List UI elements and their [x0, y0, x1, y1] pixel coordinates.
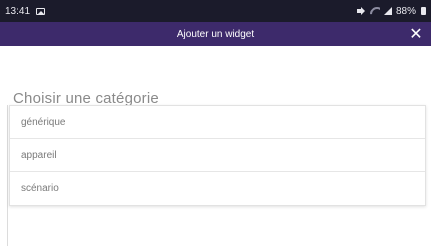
category-list: générique appareil scénario: [9, 105, 426, 206]
left-divider: [7, 105, 8, 246]
mute-icon: [356, 7, 366, 15]
close-icon: ✕: [409, 26, 423, 43]
category-item-appareil[interactable]: appareil: [10, 139, 425, 172]
app-bar: Ajouter un widget ✕: [0, 22, 431, 46]
wifi-icon: [370, 7, 380, 15]
status-left: 13:41: [5, 5, 46, 17]
status-bar: 13:41 88%: [0, 0, 431, 22]
category-item-generique[interactable]: générique: [10, 106, 425, 139]
status-time: 13:41: [5, 5, 31, 17]
page-title: Ajouter un widget: [176, 28, 255, 40]
battery-icon: [421, 7, 426, 15]
battery-percent: 88%: [395, 5, 416, 17]
signal-icon: [383, 7, 392, 15]
category-item-scenario[interactable]: scénario: [10, 172, 425, 205]
status-right: 88%: [356, 5, 426, 17]
picture-icon: [36, 7, 46, 15]
close-button[interactable]: ✕: [406, 23, 426, 45]
